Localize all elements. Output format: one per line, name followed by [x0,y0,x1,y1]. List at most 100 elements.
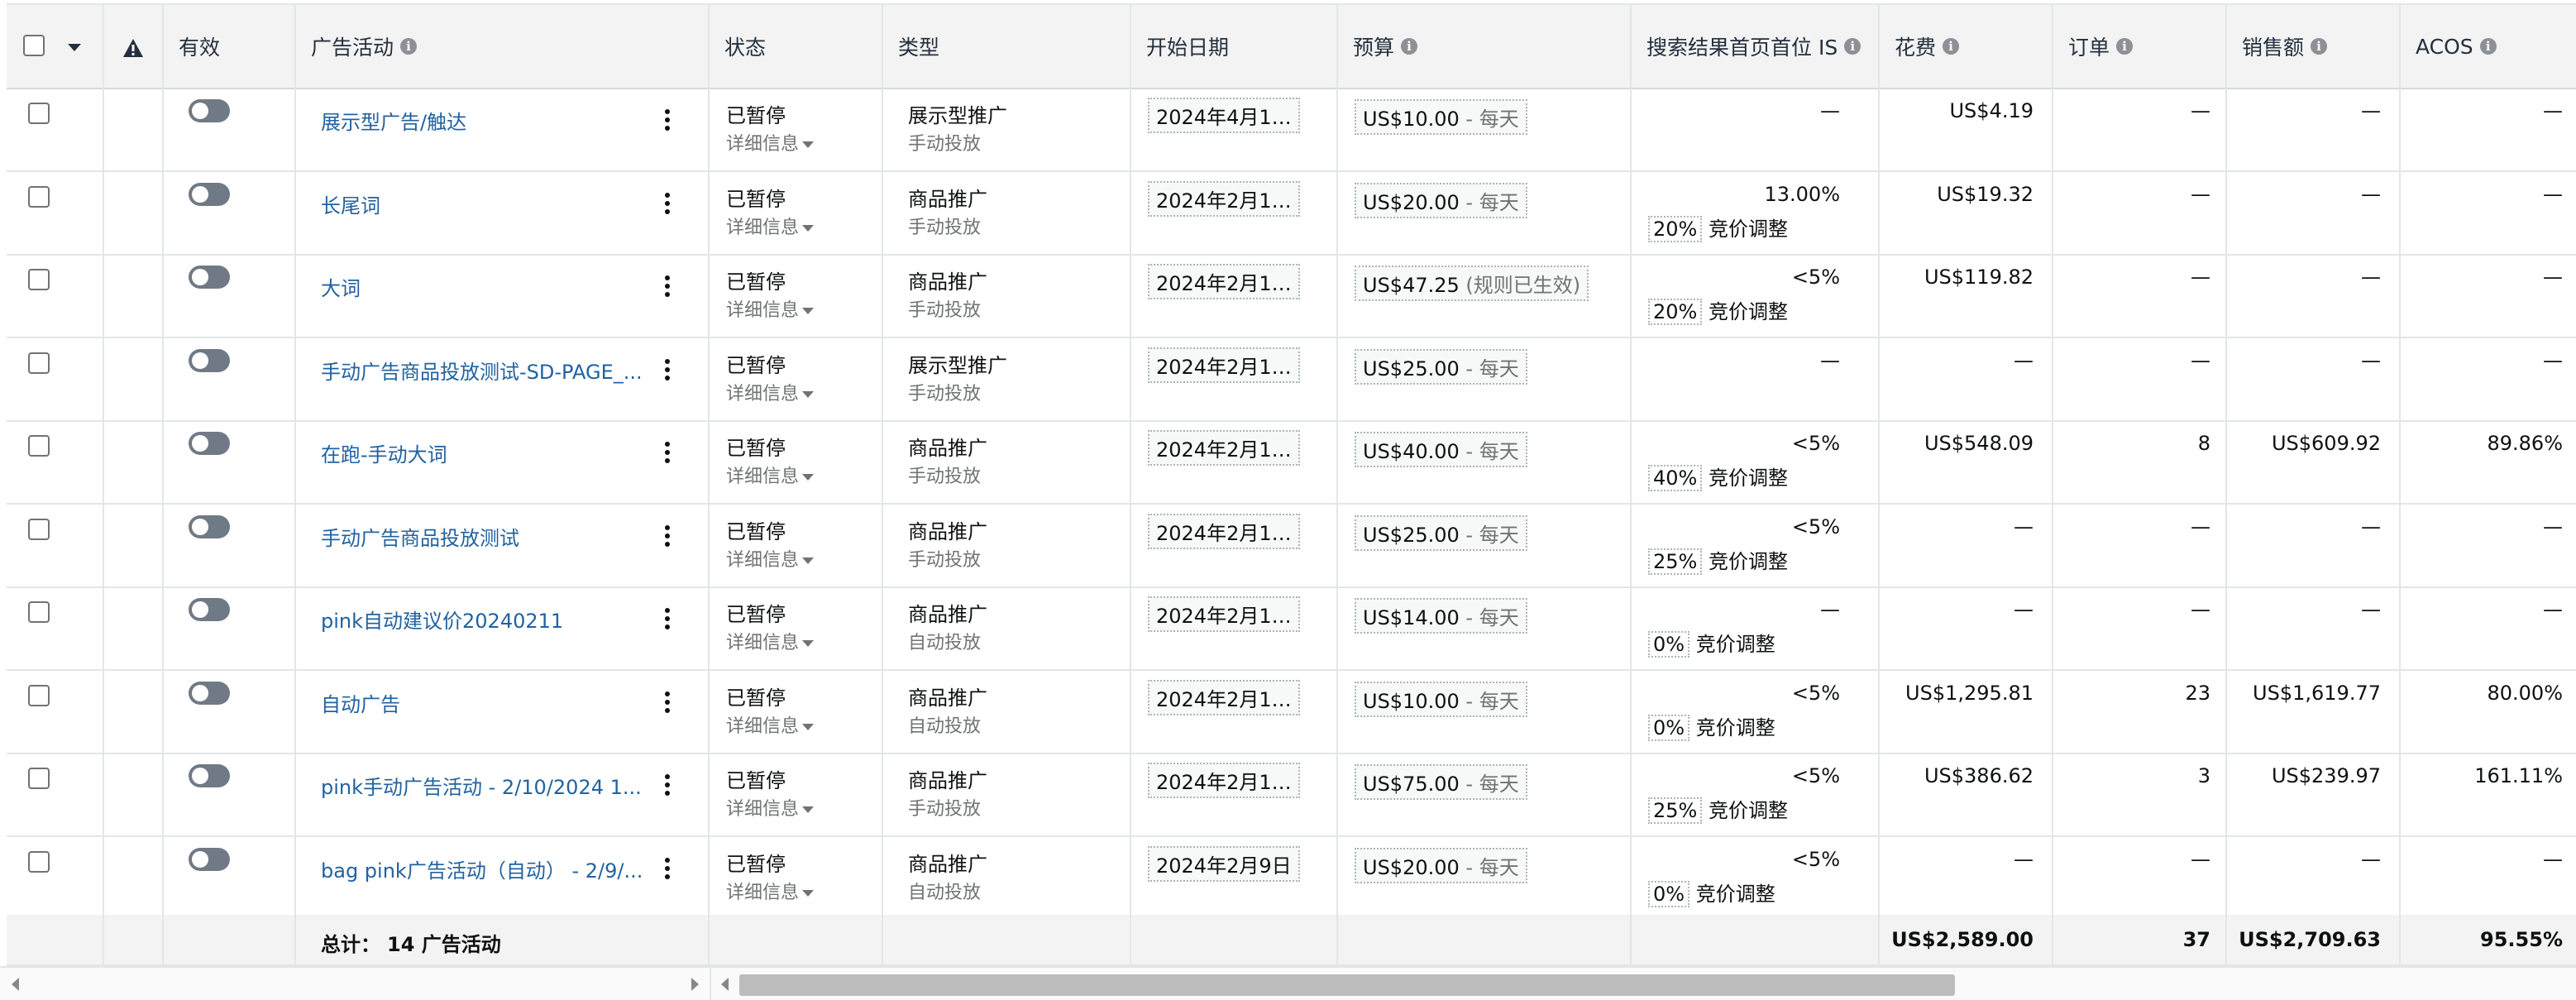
header-spend[interactable]: 花费 i [1880,5,2053,88]
active-toggle[interactable] [189,266,230,289]
budget-field[interactable]: US$20.00 - 每天 [1355,848,1527,883]
active-toggle[interactable] [189,598,230,621]
start-date-field[interactable]: 2024年2月1… [1148,181,1300,217]
details-link[interactable]: 详细信息 [726,711,815,738]
bid-adjustment[interactable]: 40% 竞价调整 [1648,462,1788,491]
more-options-icon[interactable] [665,109,671,134]
row-checkbox[interactable] [28,435,50,457]
campaign-link[interactable]: 手动广告商品投放测试 [321,522,519,551]
details-link[interactable]: 详细信息 [726,628,815,654]
details-link[interactable]: 详细信息 [726,295,815,322]
row-checkbox[interactable] [28,103,50,124]
bid-adjustment[interactable]: 0% 竞价调整 [1648,878,1775,907]
row-checkbox[interactable] [28,269,50,290]
budget-field[interactable]: US$47.25 (规则已生效) [1355,266,1589,301]
header-type[interactable]: 类型 [883,5,1131,88]
active-toggle[interactable] [189,349,230,372]
campaign-link[interactable]: bag pink广告活动（自动） - 2/9/... [321,854,643,883]
more-options-icon[interactable] [665,442,671,467]
info-icon[interactable]: i [2116,38,2134,55]
header-active[interactable]: 有效 [164,5,296,88]
budget-field[interactable]: US$14.00 - 每天 [1355,598,1527,634]
campaign-link[interactable]: pink自动建议价20240211 [321,605,563,634]
active-toggle[interactable] [189,183,230,206]
budget-field[interactable]: US$40.00 - 每天 [1355,432,1527,467]
bid-adjustment[interactable]: 0% 竞价调整 [1648,711,1775,741]
select-all-checkbox[interactable] [23,35,45,56]
header-orders[interactable]: 订单 i [2053,5,2227,88]
header-sales[interactable]: 销售额 i [2227,5,2401,88]
start-date-field[interactable]: 2024年2月1… [1148,680,1300,715]
start-date-field[interactable]: 2024年2月1… [1148,264,1300,299]
more-options-icon[interactable] [665,774,671,799]
info-icon[interactable]: i [1401,38,1418,55]
details-link[interactable]: 详细信息 [726,545,815,572]
more-options-icon[interactable] [665,359,671,384]
info-icon[interactable]: i [1943,38,1960,55]
campaign-link[interactable]: 长尾词 [321,189,380,218]
details-link[interactable]: 详细信息 [726,129,815,156]
header-top-is[interactable]: 搜索结果首页首位 IS i [1632,5,1880,88]
more-options-icon[interactable] [665,275,671,300]
start-date-field[interactable]: 2024年2月1… [1148,763,1300,798]
active-toggle[interactable] [189,764,230,787]
more-options-icon[interactable] [665,608,671,633]
campaign-link[interactable]: 在跑-手动大词 [321,438,447,467]
details-link[interactable]: 详细信息 [726,878,815,904]
scroll-left-icon[interactable] [721,978,729,991]
horizontal-scrollbar[interactable] [0,966,2576,1000]
budget-field[interactable]: US$10.00 - 每天 [1355,99,1527,135]
chevron-down-icon[interactable] [68,44,81,51]
active-toggle[interactable] [189,99,230,122]
row-checkbox[interactable] [28,352,50,374]
row-checkbox[interactable] [28,685,50,706]
start-date-field[interactable]: 2024年2月1… [1148,514,1300,549]
active-toggle[interactable] [189,848,230,871]
more-options-icon[interactable] [665,525,671,550]
start-date-field[interactable]: 2024年2月1… [1148,430,1300,466]
row-checkbox[interactable] [28,186,50,208]
header-budget[interactable]: 预算 i [1338,5,1632,88]
header-acos[interactable]: ACOS i [2401,5,2576,88]
details-link[interactable]: 详细信息 [726,462,815,488]
bid-adjustment[interactable]: 25% 竞价调整 [1648,545,1788,575]
row-checkbox[interactable] [28,768,50,789]
details-link[interactable]: 详细信息 [726,794,815,821]
info-icon[interactable]: i [1844,38,1862,55]
budget-field[interactable]: US$20.00 - 每天 [1355,183,1527,218]
bid-adjustment[interactable]: 25% 竞价调整 [1648,794,1788,824]
scroll-thumb[interactable] [739,974,1955,996]
row-checkbox[interactable] [28,851,50,873]
header-start-date[interactable]: 开始日期 [1131,5,1338,88]
info-icon[interactable]: i [400,38,418,55]
more-options-icon[interactable] [665,193,671,218]
budget-field[interactable]: US$25.00 - 每天 [1355,349,1527,385]
budget-field[interactable]: US$10.00 - 每天 [1355,682,1527,717]
campaign-link[interactable]: pink手动广告活动 - 2/10/2024 1... [321,771,642,800]
campaign-link[interactable]: 展示型广告/触达 [321,106,466,135]
active-toggle[interactable] [189,682,230,705]
active-toggle[interactable] [189,432,230,455]
budget-field[interactable]: US$25.00 - 每天 [1355,515,1527,551]
bid-adjustment[interactable]: 20% 竞价调整 [1648,295,1788,325]
active-toggle[interactable] [189,515,230,538]
header-status[interactable]: 状态 [710,5,883,88]
campaign-link[interactable]: 自动广告 [321,688,400,717]
info-icon[interactable]: i [2311,38,2328,55]
details-link[interactable]: 详细信息 [726,379,815,405]
campaign-link[interactable]: 手动广告商品投放测试-SD-PAGE_... [321,356,643,385]
more-options-icon[interactable] [665,691,671,716]
row-checkbox[interactable] [28,601,50,623]
start-date-field[interactable]: 2024年4月1… [1148,98,1300,133]
start-date-field[interactable]: 2024年2月9日 [1148,846,1300,882]
campaign-link[interactable]: 大词 [321,272,361,301]
bid-adjustment[interactable]: 0% 竞价调整 [1648,628,1775,658]
start-date-field[interactable]: 2024年2月1… [1148,596,1300,632]
start-date-field[interactable]: 2024年2月1… [1148,347,1300,383]
info-icon[interactable]: i [2479,38,2497,55]
header-campaign[interactable]: 广告活动 i [296,5,710,88]
scroll-right-icon[interactable] [691,978,699,991]
row-checkbox[interactable] [28,519,50,540]
details-link[interactable]: 详细信息 [726,213,815,239]
bid-adjustment[interactable]: 20% 竞价调整 [1648,213,1788,242]
